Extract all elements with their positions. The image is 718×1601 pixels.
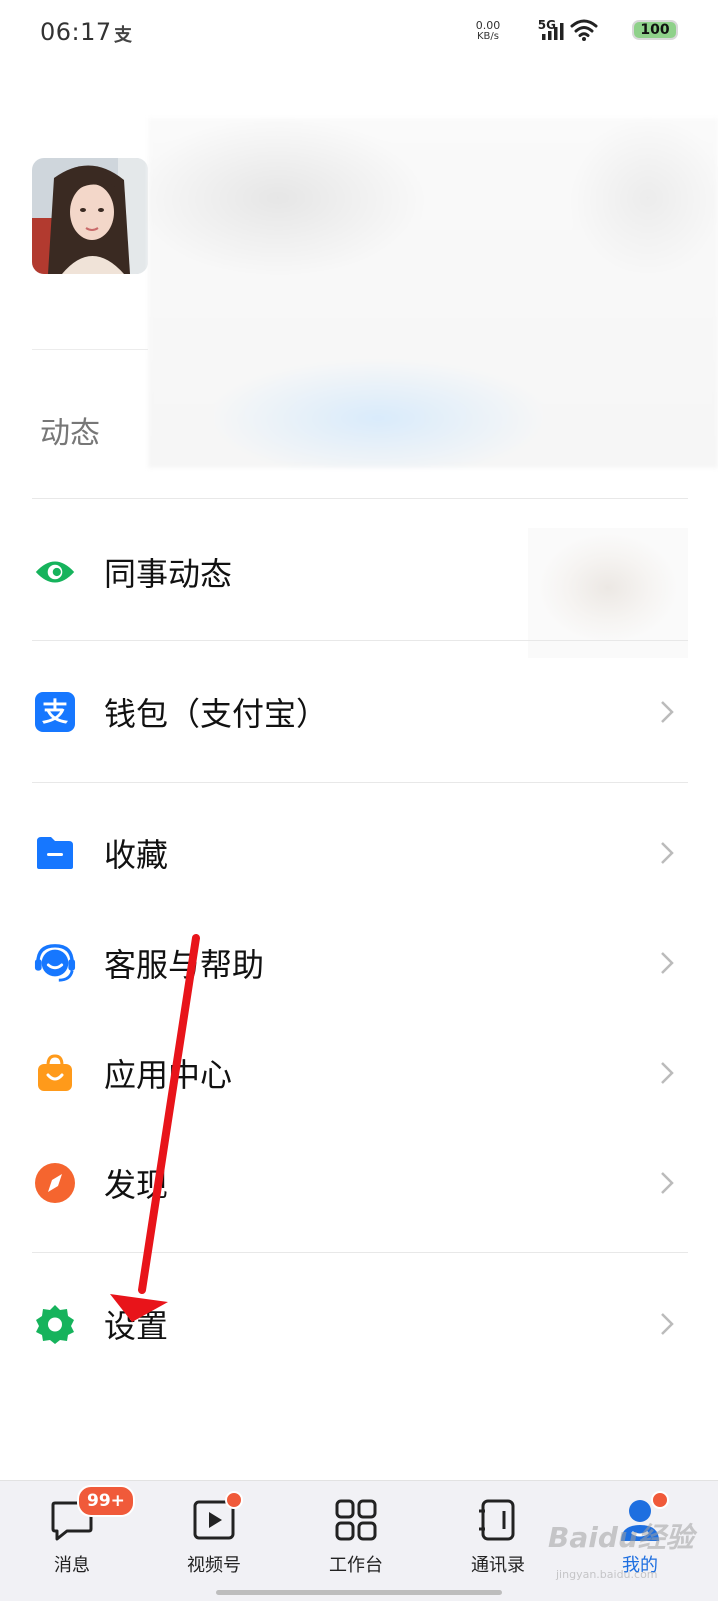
network-speed: 0.00 KB/s — [475, 19, 501, 42]
shopping-bag-icon — [34, 1052, 76, 1094]
chevron-right-icon — [661, 842, 674, 864]
nav-label: 视频号 — [187, 1555, 241, 1576]
alipay-status-icon: 支 — [114, 25, 132, 46]
menu-item-favorites[interactable]: 收藏 — [0, 803, 718, 903]
menu-label: 发现 — [104, 1166, 169, 1204]
menu-label: 客服与帮助 — [104, 946, 265, 984]
menu-item-colleague[interactable]: 同事动态 — [0, 522, 718, 622]
menu-item-help[interactable]: 客服与帮助 — [0, 913, 718, 1013]
folder-icon — [34, 832, 76, 874]
divider — [32, 640, 688, 641]
nav-label: 通讯录 — [471, 1555, 525, 1576]
notification-dot — [225, 1491, 243, 1509]
profile-info-blurred[interactable] — [148, 118, 718, 468]
nav-workbench[interactable]: 工作台 — [296, 1497, 416, 1587]
menu-label: 钱包（支付宝） — [104, 695, 329, 733]
chevron-right-icon — [661, 1062, 674, 1084]
menu-item-app-center[interactable]: 应用中心 — [0, 1023, 718, 1123]
status-bar: 06:17 支 0.00 KB/s 5G 100 — [0, 0, 718, 64]
menu-item-discover[interactable]: 发现 — [0, 1133, 718, 1233]
divider — [32, 1252, 688, 1253]
divider — [32, 498, 688, 499]
address-book-icon — [475, 1497, 521, 1543]
headset-icon — [34, 942, 76, 984]
menu-label: 收藏 — [104, 836, 169, 874]
divider — [32, 782, 688, 783]
nav-channels[interactable]: 视频号 — [154, 1491, 274, 1587]
nav-label: 消息 — [54, 1555, 90, 1576]
avatar-image — [32, 158, 148, 274]
notification-dot — [651, 1491, 669, 1509]
avatar[interactable] — [32, 158, 148, 274]
menu-label: 设置 — [104, 1307, 169, 1345]
wifi-icon — [570, 19, 598, 41]
video-play-icon — [191, 1491, 243, 1543]
watermark-url: jingyan.baidu.com — [556, 1568, 658, 1581]
nav-label: 工作台 — [329, 1555, 383, 1576]
grid-icon — [333, 1497, 379, 1543]
menu-label: 同事动态 — [104, 555, 233, 593]
chevron-right-icon — [661, 952, 674, 974]
chat-bubble-icon: 99+ — [49, 1485, 135, 1543]
menu-item-wallet[interactable]: 支 钱包（支付宝） — [0, 662, 718, 762]
status-indicators: 0.00 KB/s 5G 100 — [378, 18, 678, 46]
unread-badge: 99+ — [77, 1485, 135, 1517]
home-indicator[interactable] — [216, 1590, 502, 1595]
chevron-right-icon — [661, 1172, 674, 1194]
chevron-right-icon — [661, 1313, 674, 1335]
compass-icon — [34, 1162, 76, 1204]
gear-icon — [34, 1303, 76, 1345]
menu-item-settings[interactable]: 设置 — [0, 1274, 718, 1374]
status-time: 06:17 — [40, 18, 112, 46]
dynamic-label: 动态 — [40, 416, 100, 451]
nav-contacts[interactable]: 通讯录 — [438, 1497, 558, 1587]
divider — [32, 349, 148, 350]
menu-label: 应用中心 — [104, 1056, 233, 1094]
battery-indicator: 100 — [632, 20, 678, 40]
svg-text:支: 支 — [42, 698, 68, 728]
signal-icon — [542, 23, 564, 40]
chevron-right-icon — [661, 701, 674, 723]
alipay-icon: 支 — [34, 691, 76, 733]
eye-icon — [34, 551, 76, 593]
nav-messages[interactable]: 99+ 消息 — [12, 1485, 135, 1587]
watermark: Baidu经验 — [548, 1521, 694, 1554]
